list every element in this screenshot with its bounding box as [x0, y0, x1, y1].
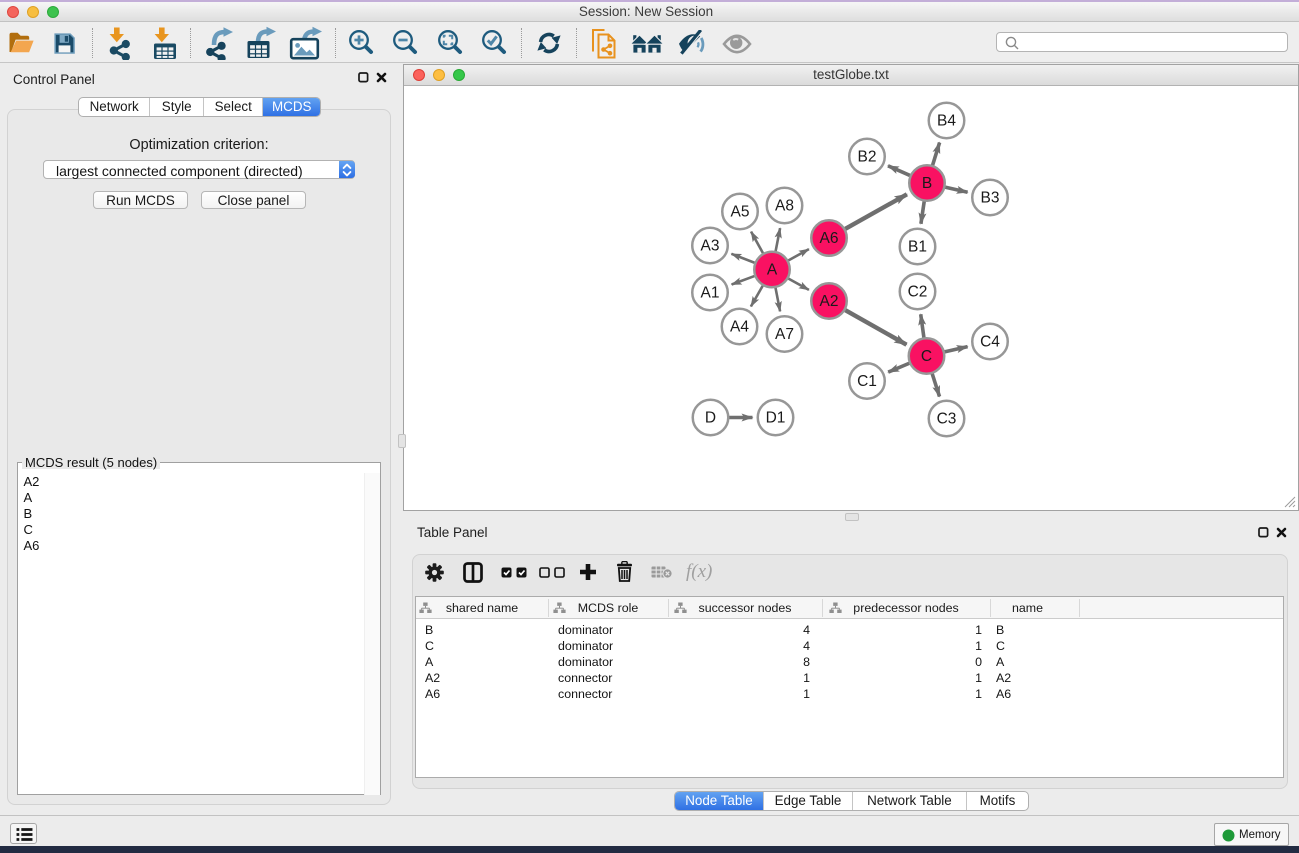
svg-text:A1: A1 — [701, 285, 720, 302]
svg-text:B3: B3 — [981, 190, 1000, 207]
svg-text:C: C — [921, 348, 932, 365]
svg-text:A2: A2 — [820, 293, 839, 310]
svg-text:A: A — [767, 262, 778, 279]
svg-text:B4: B4 — [937, 113, 956, 130]
svg-text:A7: A7 — [775, 326, 794, 343]
svg-text:D: D — [705, 410, 716, 427]
svg-text:D1: D1 — [766, 410, 786, 427]
svg-text:C4: C4 — [980, 334, 1000, 351]
svg-text:A8: A8 — [775, 198, 794, 215]
svg-text:A3: A3 — [701, 238, 720, 255]
svg-text:A6: A6 — [820, 230, 839, 247]
svg-text:C1: C1 — [857, 373, 877, 390]
svg-text:A5: A5 — [731, 204, 750, 221]
svg-text:C2: C2 — [908, 284, 928, 301]
svg-text:B1: B1 — [908, 239, 927, 256]
svg-text:C3: C3 — [937, 411, 957, 428]
svg-text:B2: B2 — [858, 149, 877, 166]
svg-text:B: B — [922, 175, 932, 192]
svg-text:A4: A4 — [730, 319, 749, 336]
